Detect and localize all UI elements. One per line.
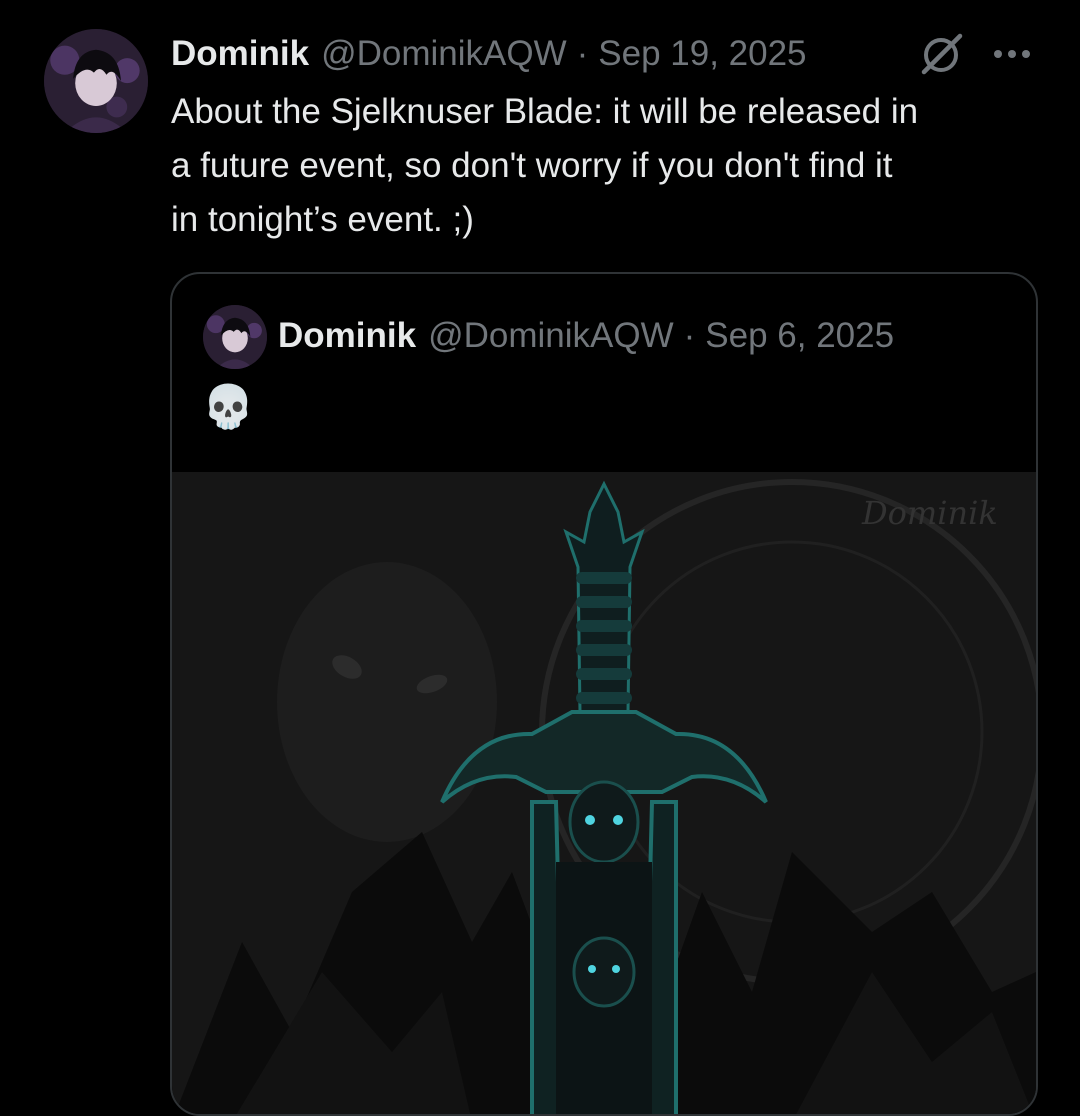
quoted-separator-dot: · [683, 316, 696, 355]
author-handle[interactable]: @DominikAQW [321, 32, 567, 76]
quoted-post-header: Dominik @DominikAQW · Sep 6, 2025 [278, 314, 894, 358]
post-header: Dominik @DominikAQW · Sep 19, 2025 [171, 32, 807, 76]
separator-dot: · [576, 34, 589, 73]
post-date[interactable]: Sep 19, 2025 [598, 32, 806, 76]
author-name[interactable]: Dominik [171, 32, 309, 76]
tweet-post[interactable]: Dominik @DominikAQW · Sep 19, 2025 About… [0, 0, 1080, 1116]
sword-artwork: Dominik [175, 479, 1036, 1114]
more-dots-icon[interactable] [990, 36, 1034, 72]
quoted-post-text: 💀 [202, 383, 255, 430]
quoted-author-name: Dominik [278, 316, 417, 355]
quoted-author-avatar [203, 305, 267, 369]
avatar-image [44, 29, 148, 133]
quoted-avatar-image [203, 305, 267, 369]
image-watermark: Dominik [861, 494, 998, 532]
author-avatar[interactable] [44, 29, 148, 133]
post-text: About the Sjelknuser Blade: it will be r… [171, 92, 919, 239]
quoted-author-handle: @DominikAQW [428, 316, 674, 355]
quoted-post-image[interactable]: Dominik [172, 472, 1036, 1114]
quoted-post[interactable]: Dominik @DominikAQW · Sep 6, 2025 💀 Domi… [170, 272, 1038, 1116]
quoted-post-date: Sep 6, 2025 [705, 316, 895, 355]
grok-slash-icon[interactable] [918, 32, 964, 78]
